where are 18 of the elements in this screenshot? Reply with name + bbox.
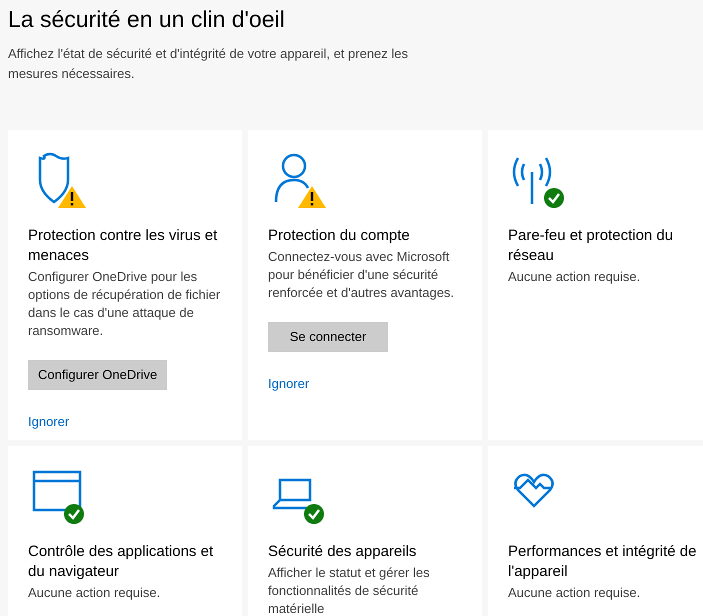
card-description: Aucune action requise. [28,584,162,602]
card-title: Sécurité des appareils [268,542,418,562]
card-title: Protection contre les virus et menaces [28,226,218,266]
dismiss-link[interactable]: Ignorer [268,374,310,394]
card-description: Afficher le statut et gérer les fonctionnalités de sécurité matérielle [268,564,431,616]
card-description: Connectez-vous avec Microsoft pour bénéficier d'une sécurité renforcée et d'autres avantages. [268,248,456,302]
card-title: Pare-feu et protection du réseau [508,226,674,266]
card-description: Aucune action requise. [508,584,642,602]
dismiss-link[interactable]: Ignorer [28,412,70,432]
card-description: Aucune action requise. [508,268,642,286]
card-description: Configurer OneDrive pour les options de récupération de fichier dans le cas d'une attaque de ransomware. [28,268,222,340]
action-button[interactable]: Configurer OneDrive [28,360,168,390]
card-title: Performances et intégrité de l'appareil [508,542,698,582]
page-description: Affichez l'état de sécurité et d'intégrité de votre appareil, et prenez les mesures nécessaires. [8,45,408,83]
card-title: Contrôle des applications et du navigateur [28,542,214,582]
page-title: La sécurité en un clin d'oeil [8,5,285,34]
card-title: Protection du compte [268,226,411,246]
action-button[interactable]: Se connecter [268,322,388,352]
